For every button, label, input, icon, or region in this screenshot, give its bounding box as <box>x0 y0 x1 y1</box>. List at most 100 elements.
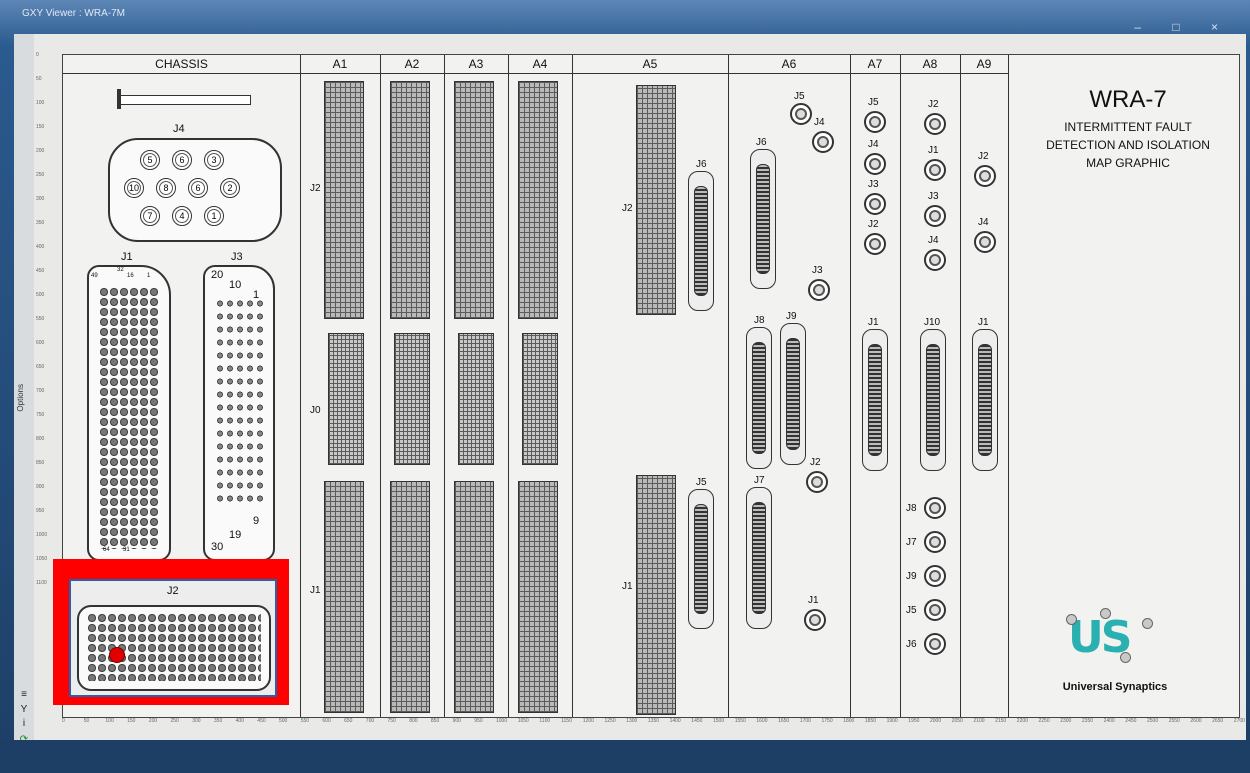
window-controls[interactable]: – □ × <box>1134 20 1232 34</box>
a6-j9-connector[interactable] <box>780 323 806 465</box>
x-ruler-tick: 1700 <box>799 718 811 724</box>
j4-pin[interactable]: 7 <box>140 206 160 226</box>
a8-j4-coax[interactable] <box>924 249 946 271</box>
info-icon[interactable]: i <box>18 718 30 730</box>
j3-connector[interactable]: 20 10 1 9 19 30 <box>203 265 275 561</box>
x-ruler-tick: 300 <box>192 718 201 724</box>
a1-j2-connector[interactable] <box>324 81 364 319</box>
j1-connector[interactable]: 49 32 16 1 64 31 <box>87 265 171 561</box>
a4-j2-connector[interactable] <box>518 81 558 319</box>
x-ruler-tick: 2400 <box>1103 718 1115 724</box>
j4-pin[interactable]: 6 <box>172 150 192 170</box>
fault-pin-marker[interactable] <box>109 647 125 663</box>
x-ruler-tick: 1950 <box>908 718 920 724</box>
filter-icon[interactable]: Y <box>18 704 30 716</box>
y-ruler-tick: 500 <box>36 292 45 298</box>
a8-j2-label: J2 <box>928 99 939 110</box>
j3-pin-field[interactable] <box>215 297 263 507</box>
j1-pin-field[interactable] <box>99 287 159 549</box>
a6-j5-coax[interactable] <box>790 103 812 125</box>
menu-icon[interactable]: ≡ <box>18 689 30 701</box>
j3-pin-label: 9 <box>253 515 260 527</box>
j3-label: J3 <box>231 251 243 263</box>
a3-header: A3 <box>444 55 508 74</box>
a8-j2-coax[interactable] <box>924 113 946 135</box>
a8-j6-coax[interactable] <box>924 633 946 655</box>
a7-j3-label: J3 <box>868 179 879 190</box>
j4-pin[interactable]: 10 <box>124 178 144 198</box>
a6-j2-coax[interactable] <box>806 471 828 493</box>
x-ruler-tick: 2000 <box>930 718 942 724</box>
y-ruler-tick: 350 <box>36 220 45 226</box>
a8-j1-coax[interactable] <box>924 159 946 181</box>
j4-pin[interactable]: 6 <box>188 178 208 198</box>
a7-j3-coax[interactable] <box>864 193 886 215</box>
a1-j2-label: J2 <box>310 183 321 194</box>
a2-j1-connector[interactable] <box>390 481 430 713</box>
a4-header: A4 <box>508 55 572 74</box>
a3-j2-connector[interactable] <box>454 81 494 319</box>
a7-j4-coax[interactable] <box>864 153 886 175</box>
a8-j4-label: J4 <box>928 235 939 246</box>
a2-j0-connector[interactable] <box>394 333 430 465</box>
a9-j4-coax[interactable] <box>974 231 996 253</box>
j4-pin[interactable]: 4 <box>172 206 192 226</box>
x-ruler-tick: 1750 <box>821 718 833 724</box>
x-ruler-tick: 1450 <box>691 718 703 724</box>
a2-j2-connector[interactable] <box>390 81 430 319</box>
taskbar <box>0 740 1250 773</box>
j4-pin[interactable]: 1 <box>204 206 224 226</box>
a6-j2-label: J2 <box>810 457 821 468</box>
j4-pin[interactable]: 3 <box>204 150 224 170</box>
a3-j1-connector[interactable] <box>454 481 494 713</box>
j4-pin[interactable]: 5 <box>140 150 160 170</box>
a8-j9-coax[interactable] <box>924 565 946 587</box>
a5-j1-connector[interactable] <box>636 475 676 715</box>
x-ruler-tick: 900 <box>452 718 461 724</box>
a3-j0-connector[interactable] <box>458 333 494 465</box>
j2-highlight-panel[interactable]: J2 <box>69 579 277 697</box>
x-ruler-tick: 700 <box>365 718 375 724</box>
a8-j9-label: J9 <box>906 571 917 582</box>
a5-j6-connector[interactable] <box>688 171 714 311</box>
a6-j3-coax[interactable] <box>808 279 830 301</box>
a9-j2-coax[interactable] <box>974 165 996 187</box>
fault-highlight[interactable]: J2 <box>53 559 289 705</box>
title-line-1: INTERMITTENT FAULT <box>1064 120 1192 134</box>
a9-j4-label: J4 <box>978 217 989 228</box>
a6-j6-connector[interactable] <box>750 149 776 289</box>
a6-j7-connector[interactable] <box>746 487 772 629</box>
a5-j5-connector[interactable] <box>688 489 714 629</box>
j4-pin[interactable]: 8 <box>156 178 176 198</box>
title-bar: GXY Viewer : WRA-7M – □ × <box>0 0 1250 34</box>
a8-j3-coax[interactable] <box>924 205 946 227</box>
options-tab[interactable]: Options <box>16 384 25 412</box>
x-ruler-tick: 2200 <box>1016 718 1028 724</box>
a8-j10-connector[interactable] <box>920 329 946 471</box>
a7-j2-coax[interactable] <box>864 233 886 255</box>
a8-j5-coax[interactable] <box>924 599 946 621</box>
a7-header: A7 <box>850 55 900 74</box>
a4-j0-connector[interactable] <box>522 333 558 465</box>
a6-j1-coax[interactable] <box>804 609 826 631</box>
a6-j8-connector[interactable] <box>746 327 772 469</box>
a5-j2-connector[interactable] <box>636 85 676 315</box>
a6-j4-coax[interactable] <box>812 131 834 153</box>
j4-connector[interactable]: 5 6 3 10 8 6 2 7 4 1 <box>108 138 282 242</box>
x-ruler-tick: 2100 <box>973 718 985 724</box>
a9-j1-connector[interactable] <box>972 329 998 471</box>
a1-j0-connector[interactable] <box>328 333 364 465</box>
a6-j5-label: J5 <box>794 91 805 102</box>
a4-column: A4 <box>508 55 573 717</box>
a4-j1-connector[interactable] <box>518 481 558 713</box>
a7-j5-coax[interactable] <box>864 111 886 133</box>
a8-j7-coax[interactable] <box>924 531 946 553</box>
x-ruler-tick: 1350 <box>647 718 660 724</box>
a7-j1-connector[interactable] <box>862 329 888 471</box>
j2-connector[interactable] <box>77 605 271 691</box>
a1-j1-connector[interactable] <box>324 481 364 713</box>
j4-pin[interactable]: 2 <box>220 178 240 198</box>
a8-j8-coax[interactable] <box>924 497 946 519</box>
a6-j6-label: J6 <box>756 137 767 148</box>
j1-pin-label: 16 <box>127 273 134 279</box>
